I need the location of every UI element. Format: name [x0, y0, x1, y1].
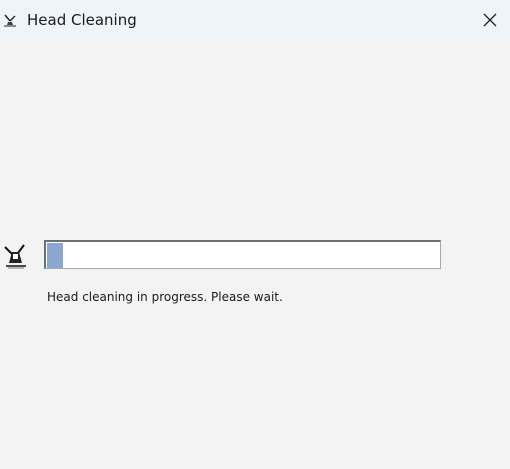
close-icon [483, 13, 497, 27]
progress-fill [47, 243, 63, 268]
head-cleaning-window: Head Cleaning Head cleaning in progress.… [0, 0, 510, 469]
title-bar: Head Cleaning [0, 0, 510, 40]
progress-bar [44, 240, 441, 269]
close-button[interactable] [470, 0, 510, 40]
window-title: Head Cleaning [27, 11, 137, 29]
status-message: Head cleaning in progress. Please wait. [47, 290, 283, 304]
printer-head-icon [3, 241, 29, 269]
printer-icon [2, 12, 18, 28]
